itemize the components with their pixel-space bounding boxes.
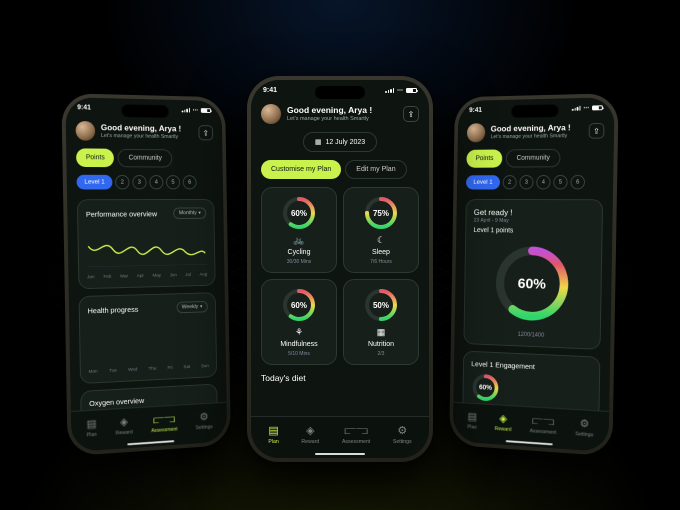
calendar-icon: ▦ — [315, 138, 322, 146]
level-2[interactable]: 2 — [503, 175, 517, 189]
performance-card: Performance overview Monthly▾ JanFebMarA… — [77, 199, 216, 289]
badge-icon: ◈ — [306, 426, 314, 437]
nav-plan[interactable]: ▤Plan — [86, 419, 96, 438]
ready-card: Get ready ! 23 April - 9 May Level 1 poi… — [463, 199, 603, 350]
badge-icon: ◈ — [120, 417, 128, 428]
moon-icon: ☾ — [377, 235, 385, 246]
points-sub: 1200/1400 — [472, 330, 592, 341]
customise-plan-button[interactable]: Customise my Plan — [261, 160, 341, 179]
perf-chart — [86, 224, 207, 272]
tab-bar: ▤Plan ◈Reward ⫍⫎Assessment ⚙Settings — [71, 402, 227, 452]
status-time: 9:41 — [263, 87, 277, 94]
tab-points[interactable]: Points — [76, 148, 114, 167]
metric-cycling[interactable]: 60% 🚲 Cycling 30/30 Mins — [261, 187, 337, 273]
health-card: Health progress Weekly▾ MonTueWedThuFriS… — [79, 292, 218, 384]
tab-bar: ▤Plan ◈Reward ⫍⫎Assessment ⚙Settings — [453, 402, 609, 452]
nav-assessment[interactable]: ⫍⫎Assessment — [151, 414, 178, 434]
level-6[interactable]: 6 — [570, 175, 585, 190]
ready-title: Get ready ! — [474, 207, 594, 217]
notch — [315, 86, 365, 99]
tab-community[interactable]: Community — [118, 149, 172, 168]
nav-reward[interactable]: ◈Reward — [115, 417, 132, 436]
home-indicator[interactable] — [315, 453, 365, 456]
chart-icon: ⫍⫎ — [153, 414, 175, 426]
nav-reward[interactable]: ◈Reward — [301, 426, 319, 445]
notch — [122, 104, 169, 118]
greeting: Good evening, Arya ! — [101, 123, 181, 133]
level-3[interactable]: 3 — [132, 175, 146, 189]
perf-title: Performance overview — [86, 209, 157, 218]
phone-plan: 9:41 ⋯ Good evening, Arya ! Let's manage… — [247, 76, 433, 462]
calendar-icon: ▤ — [86, 419, 96, 430]
calendar-icon: ▤ — [268, 426, 278, 437]
nav-plan[interactable]: ▤Plan — [268, 426, 278, 445]
greeting-sub: Let's manage your health Smartly — [101, 133, 181, 141]
nav-reward[interactable]: ◈Reward — [495, 414, 512, 433]
level-3[interactable]: 3 — [519, 175, 533, 189]
nav-settings[interactable]: ⚙Settings — [393, 426, 412, 445]
qr-icon: ▦ — [377, 327, 386, 338]
meditation-icon: ⚘ — [295, 327, 303, 338]
greeting: Good evening, Arya ! — [491, 123, 571, 133]
greeting-sub: Let's manage your health Smartly — [491, 133, 571, 140]
level-6[interactable]: 6 — [183, 175, 197, 189]
badge-icon: ◈ — [499, 414, 507, 425]
calendar-icon: ▤ — [467, 412, 477, 423]
nav-settings[interactable]: ⚙Settings — [575, 419, 593, 439]
metric-sleep[interactable]: 75% ☾ Sleep 7/6 Hours — [343, 187, 419, 273]
level-active[interactable]: Level 1 — [466, 175, 500, 189]
level-4[interactable]: 4 — [536, 175, 550, 189]
phone-assessment: 9:41 ⋯ Good evening, Arya ! Let's manage… — [61, 93, 231, 456]
nav-assessment[interactable]: ⫍⫎Assessment — [342, 426, 370, 445]
nav-plan[interactable]: ▤Plan — [467, 412, 477, 431]
share-button[interactable]: ⇪ — [198, 125, 213, 140]
status-time: 9:41 — [77, 104, 91, 111]
nav-assessment[interactable]: ⫍⫎Assessment — [530, 416, 557, 436]
level-5[interactable]: 5 — [166, 175, 180, 189]
chart-icon: ⫍⫎ — [344, 426, 367, 437]
level-active[interactable]: Level 1 — [76, 175, 112, 190]
gear-icon: ⚙ — [397, 426, 407, 437]
share-button[interactable]: ⇪ — [403, 106, 419, 122]
metric-nutrition[interactable]: 50% ▦ Nutrition 2/3 — [343, 279, 419, 365]
health-chart — [88, 318, 209, 367]
tab-points[interactable]: Points — [466, 149, 502, 167]
phone-reward: 9:41 ⋯ Good evening, Arya ! Let's manage… — [449, 93, 619, 456]
date-picker[interactable]: ▦12 July 2023 — [303, 132, 377, 152]
ready-range: 23 April - 9 May — [474, 218, 594, 225]
points-ring: 60% — [489, 240, 575, 329]
status-time: 9:41 — [469, 107, 482, 114]
diet-title: Today's diet — [261, 373, 419, 383]
level-4[interactable]: 4 — [149, 175, 163, 189]
gear-icon: ⚙ — [199, 412, 208, 423]
health-title: Health progress — [88, 305, 139, 315]
notch — [511, 104, 558, 118]
gear-icon: ⚙ — [580, 419, 590, 430]
level-5[interactable]: 5 — [553, 175, 568, 190]
avatar[interactable] — [467, 123, 486, 142]
edit-plan-button[interactable]: Edit my Plan — [345, 160, 406, 179]
perf-filter[interactable]: Monthly▾ — [173, 207, 206, 219]
health-filter[interactable]: Weekly▾ — [176, 301, 208, 313]
metric-mindfulness[interactable]: 60% ⚘ Mindfulness 5/10 Mins — [261, 279, 337, 365]
bike-icon: 🚲 — [293, 235, 304, 246]
greeting-sub: Let's manage your health Smartly — [287, 116, 372, 123]
greeting: Good evening, Arya ! — [287, 106, 372, 115]
nav-settings[interactable]: ⚙Settings — [195, 412, 212, 431]
share-button[interactable]: ⇪ — [589, 123, 605, 139]
avatar[interactable] — [261, 104, 281, 124]
avatar[interactable] — [76, 121, 96, 141]
points-title: Level 1 points — [473, 227, 593, 235]
tab-community[interactable]: Community — [506, 149, 560, 168]
level-2[interactable]: 2 — [115, 175, 130, 190]
chart-icon: ⫍⫎ — [532, 416, 554, 428]
